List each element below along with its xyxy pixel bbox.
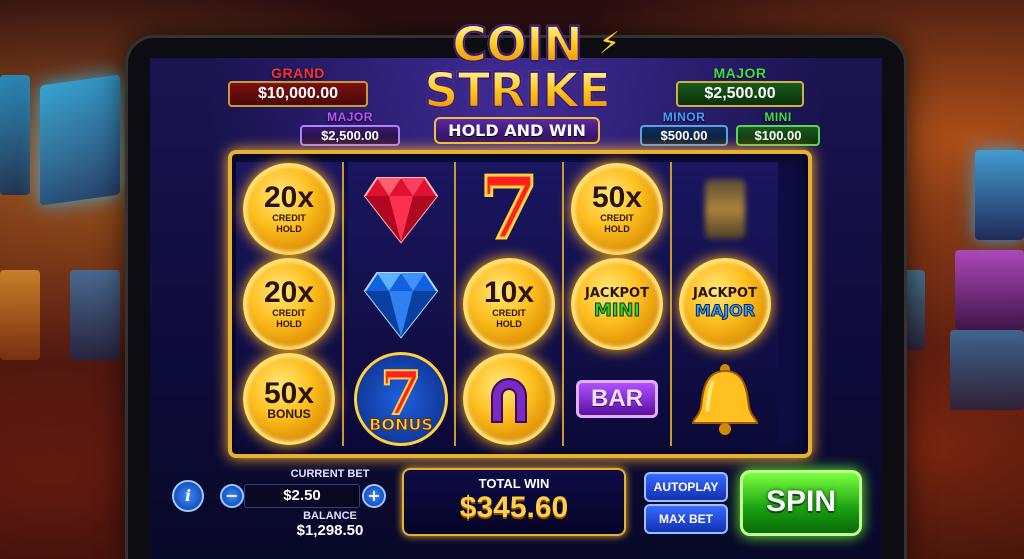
reel-cell: JACKPOT MAJOR xyxy=(675,257,775,351)
jackpot-minor-value: $500.00 xyxy=(640,125,728,146)
total-win-panel: TOTAL WIN $345.60 xyxy=(402,468,626,536)
max-bet-button[interactable]: MAX BET xyxy=(644,504,728,534)
jackpot-mini-value: $100.00 xyxy=(736,125,820,146)
reel-cell: 20x CREDIT HOLD xyxy=(239,162,339,256)
reel-1: 20x CREDIT HOLD 20x CREDIT HOLD 50x BONU… xyxy=(236,162,344,446)
horseshoe-icon xyxy=(491,378,527,423)
spin-button[interactable]: SPIN xyxy=(740,470,862,536)
reel-3: 7 10x CREDIT HOLD xyxy=(456,162,564,446)
increase-bet-button[interactable]: + xyxy=(362,484,386,508)
reel-cell: 50x BONUS xyxy=(239,352,339,446)
game-logo: COIN STRIKE ⚡ HOLD AND WIN xyxy=(410,20,624,144)
jackpot-mini-label: MINI xyxy=(764,110,792,124)
jackpot-mini: MINI $100.00 xyxy=(736,110,820,146)
reel-cell: 20x CREDIT HOLD xyxy=(239,257,339,351)
lightning-bolt-icon: ⚡ xyxy=(598,26,620,61)
bonus-seven-icon: 7 BONUS xyxy=(354,352,448,446)
background-slot-machine xyxy=(950,330,1024,410)
coin-caption: CREDIT xyxy=(492,308,526,318)
jackpot-minor-label: MINOR xyxy=(662,110,706,124)
coin-multiplier: 10x xyxy=(483,276,535,309)
jackpot-coin-top: JACKPOT xyxy=(585,286,649,301)
reel-cell: BAR xyxy=(567,352,667,446)
credit-coin-icon: 10x CREDIT HOLD xyxy=(463,258,555,350)
current-bet-value: $2.50 xyxy=(244,484,360,508)
credit-coin-icon: 50x CREDIT HOLD xyxy=(571,163,663,255)
coin-multiplier: 20x xyxy=(263,181,315,214)
jackpot-minor: MINOR $500.00 xyxy=(640,110,728,146)
logo-word-coin: COIN xyxy=(410,20,624,70)
credit-coin-icon: 20x CREDIT HOLD xyxy=(243,163,335,255)
background-slot-machine xyxy=(70,270,120,360)
coin-caption: CREDIT xyxy=(272,213,306,223)
red-seven-icon: 7 xyxy=(478,158,541,259)
reel-cell: 7 BONUS xyxy=(351,352,451,446)
background-slot-screen xyxy=(975,150,1024,240)
logo-word-strike: STRIKE xyxy=(410,66,624,116)
reel-cell xyxy=(459,352,559,446)
reel-cell xyxy=(675,352,775,446)
bell-icon xyxy=(691,364,759,435)
jackpot-major-right: MAJOR $2,500.00 xyxy=(676,66,804,107)
info-icon[interactable]: i xyxy=(172,480,204,512)
balance-value: $1,298.50 xyxy=(296,522,364,539)
reel-2: 7 BONUS xyxy=(348,162,456,446)
reel-cell: JACKPOT MINI xyxy=(567,257,667,351)
bar-symbol-icon: BAR xyxy=(576,380,658,418)
bonus-coin-icon: 50x BONUS xyxy=(243,353,335,445)
reel-5: JACKPOT MAJOR xyxy=(672,162,778,446)
horseshoe-coin-icon xyxy=(463,353,555,445)
jackpot-major-value: $2,500.00 xyxy=(676,81,804,107)
coin-multiplier: 20x xyxy=(263,276,315,309)
balance-label: BALANCE xyxy=(303,510,357,522)
jackpot-major-label: MAJOR xyxy=(327,110,373,124)
spinning-blur-icon xyxy=(705,179,745,239)
coin-multiplier: 50x xyxy=(591,181,643,214)
total-win-value: $345.60 xyxy=(459,491,569,524)
credit-coin-icon: 20x CREDIT HOLD xyxy=(243,258,335,350)
coin-caption: CREDIT xyxy=(600,213,634,223)
decrease-bet-button[interactable]: − xyxy=(220,484,244,508)
background-slot-screen xyxy=(0,75,30,195)
current-bet-label: CURRENT BET xyxy=(290,468,370,480)
blue-gem-icon xyxy=(363,272,439,339)
reel-cell: 50x CREDIT HOLD xyxy=(567,162,667,256)
coin-caption: HOLD xyxy=(276,224,302,234)
jackpot-coin-top: JACKPOT xyxy=(693,286,757,301)
coin-caption: BONUS xyxy=(267,406,311,421)
coin-caption: HOLD xyxy=(604,224,630,234)
control-bar: i CURRENT BET − $2.50 + BALANCE $1,298.5… xyxy=(160,462,876,542)
jackpot-grand-value: $10,000.00 xyxy=(228,81,368,107)
reel-cell xyxy=(351,257,451,351)
jackpot-major-label: MAJOR xyxy=(713,65,767,81)
jackpot-mini-coin-icon: JACKPOT MINI xyxy=(571,258,663,350)
total-win-label: TOTAL WIN xyxy=(478,476,550,491)
jackpot-major-left: MAJOR $2,500.00 xyxy=(300,110,400,146)
coin-caption: HOLD xyxy=(496,319,522,329)
red-gem-icon xyxy=(363,177,439,244)
coin-multiplier: 50x xyxy=(263,376,315,410)
coin-caption: CREDIT xyxy=(272,308,306,318)
logo-subtitle: HOLD AND WIN xyxy=(434,117,600,144)
jackpot-coin-name: MAJOR xyxy=(694,301,756,321)
background-slot-machine xyxy=(0,270,40,360)
jackpot-coin-name: MINI xyxy=(593,300,641,321)
jackpot-major-value: $2,500.00 xyxy=(300,125,400,146)
reel-4: 50x CREDIT HOLD JACKPOT MINI BAR xyxy=(564,162,672,446)
reel-cell xyxy=(351,162,451,256)
reel-cell xyxy=(675,162,775,256)
reel-grid: 20x CREDIT HOLD 20x CREDIT HOLD 50x BONU… xyxy=(228,150,812,458)
jackpot-grand: GRAND $10,000.00 xyxy=(228,66,368,107)
background-slot-screen xyxy=(40,74,120,206)
jackpot-major-coin-icon: JACKPOT MAJOR xyxy=(679,258,771,350)
autoplay-button[interactable]: AUTOPLAY xyxy=(644,472,728,502)
bonus-seven-label: BONUS xyxy=(369,415,434,434)
jackpot-grand-label: GRAND xyxy=(271,65,325,81)
reel-cell: 10x CREDIT HOLD xyxy=(459,257,559,351)
reel-cell: 7 xyxy=(459,162,559,256)
coin-caption: HOLD xyxy=(276,319,302,329)
background-slot-machine xyxy=(955,250,1024,330)
